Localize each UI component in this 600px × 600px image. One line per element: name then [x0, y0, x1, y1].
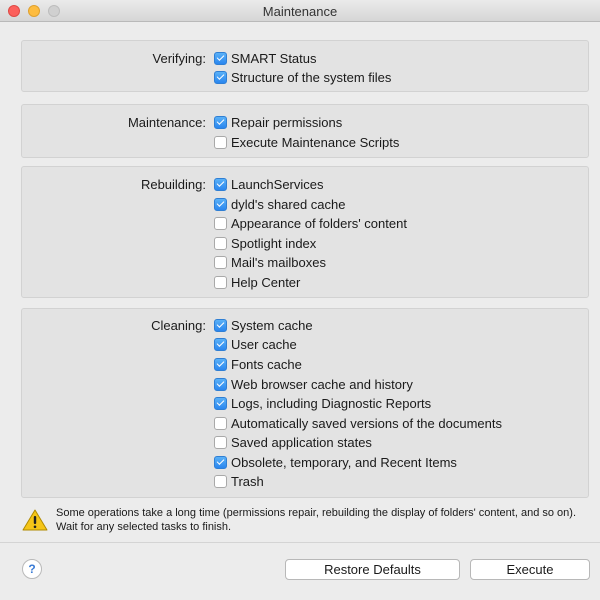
warning-triangle-icon — [22, 509, 48, 531]
option-label: dyld's shared cache — [231, 196, 346, 212]
option-label: Saved application states — [231, 434, 372, 450]
option-label: Fonts cache — [231, 356, 302, 372]
checkbox[interactable] — [214, 337, 227, 351]
option-mail-mailboxes[interactable]: Mail's mailboxes — [214, 252, 326, 272]
maintenance-group: Maintenance: Repair permissions Execute … — [21, 104, 589, 158]
option-saved-app-states[interactable]: Saved application states — [214, 432, 372, 452]
option-spotlight-index[interactable]: Spotlight index — [214, 233, 316, 253]
option-system-cache[interactable]: System cache — [214, 315, 313, 335]
checkbox[interactable] — [214, 474, 227, 488]
option-label: System cache — [231, 317, 313, 333]
checkbox[interactable] — [214, 177, 227, 191]
option-label: Web browser cache and history — [231, 376, 413, 392]
checkbox[interactable] — [214, 51, 227, 65]
warning-text: Some operations take a long time (permis… — [56, 507, 576, 533]
checkbox[interactable] — [214, 70, 227, 84]
option-fonts-cache[interactable]: Fonts cache — [214, 354, 302, 374]
option-smart-status[interactable]: SMART Status — [214, 48, 317, 68]
checkbox[interactable] — [214, 135, 227, 149]
checkbox[interactable] — [214, 236, 227, 250]
option-saved-versions[interactable]: Automatically saved versions of the docu… — [214, 413, 502, 433]
option-logs[interactable]: Logs, including Diagnostic Reports — [214, 393, 431, 413]
group-label: Rebuilding: — [140, 177, 206, 192]
group-label: Verifying: — [152, 51, 206, 66]
checkbox[interactable] — [214, 216, 227, 230]
checkbox[interactable] — [214, 357, 227, 371]
option-label: Execute Maintenance Scripts — [231, 134, 400, 150]
checkbox[interactable] — [214, 396, 227, 410]
option-system-files[interactable]: Structure of the system files — [214, 67, 391, 87]
checkbox[interactable] — [214, 435, 227, 449]
option-obsolete-items[interactable]: Obsolete, temporary, and Recent Items — [214, 452, 457, 472]
checkbox[interactable] — [214, 455, 227, 469]
option-label: Logs, including Diagnostic Reports — [231, 395, 432, 411]
option-label: Repair permissions — [231, 114, 343, 130]
option-folders-appearance[interactable]: Appearance of folders' content — [214, 213, 407, 233]
option-label: Mail's mailboxes — [231, 254, 326, 270]
rebuilding-group: Rebuilding: LaunchServices dyld's shared… — [21, 166, 589, 298]
execute-button[interactable]: Execute — [470, 559, 590, 580]
divider — [0, 542, 600, 543]
option-dyld-cache[interactable]: dyld's shared cache — [214, 194, 346, 214]
option-user-cache[interactable]: User cache — [214, 334, 297, 354]
cleaning-group: Cleaning: System cache User cache Fonts … — [21, 308, 589, 498]
checkbox[interactable] — [214, 318, 227, 332]
option-trash[interactable]: Trash — [214, 471, 264, 491]
checkbox[interactable] — [214, 115, 227, 129]
checkbox[interactable] — [214, 255, 227, 269]
option-repair-permissions[interactable]: Repair permissions — [214, 112, 342, 132]
option-help-center[interactable]: Help Center — [214, 272, 300, 292]
window-title: Maintenance — [262, 4, 338, 19]
option-browser-cache[interactable]: Web browser cache and history — [214, 374, 413, 394]
help-button[interactable]: ? — [22, 559, 42, 579]
option-label: LaunchServices — [231, 176, 324, 192]
checkbox[interactable] — [214, 275, 227, 289]
group-label: Cleaning: — [151, 318, 206, 333]
restore-defaults-button[interactable]: Restore Defaults — [285, 559, 460, 580]
option-label: Appearance of folders' content — [231, 215, 407, 231]
option-label: SMART Status — [231, 50, 317, 66]
option-label: User cache — [231, 336, 297, 352]
group-label: Maintenance: — [127, 115, 206, 130]
title-bar: Maintenance — [0, 0, 600, 22]
checkbox[interactable] — [214, 377, 227, 391]
window-content: Verifying: SMART Status Structure of the… — [0, 22, 600, 600]
option-label: Structure of the system files — [231, 69, 392, 85]
option-label: Automatically saved versions of the docu… — [231, 415, 502, 431]
option-label: Spotlight index — [231, 235, 317, 251]
option-label: Help Center — [231, 274, 301, 290]
option-label: Trash — [231, 473, 264, 489]
checkbox[interactable] — [214, 197, 227, 211]
checkbox[interactable] — [214, 416, 227, 430]
option-label: Obsolete, temporary, and Recent Items — [231, 454, 457, 470]
option-launchservices[interactable]: LaunchServices — [214, 174, 324, 194]
verifying-group: Verifying: SMART Status Structure of the… — [21, 40, 589, 92]
option-maintenance-scripts[interactable]: Execute Maintenance Scripts — [214, 132, 399, 152]
